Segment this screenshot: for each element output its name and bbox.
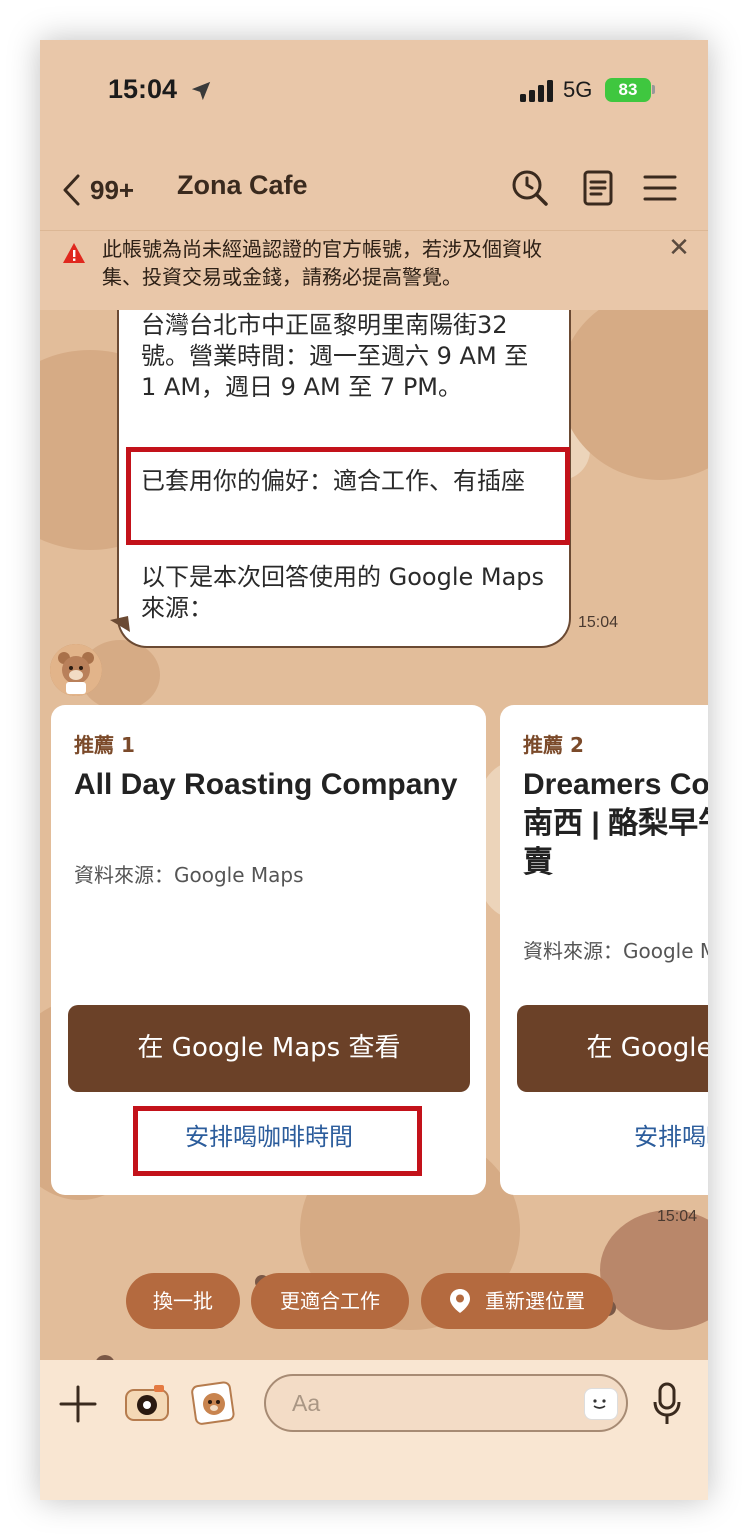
place-name: All Day Roasting Company bbox=[74, 768, 458, 801]
message-input[interactable]: Aa bbox=[264, 1374, 628, 1432]
quick-reply-refresh[interactable]: 換一批 bbox=[126, 1273, 240, 1329]
menu-icon[interactable] bbox=[640, 168, 680, 208]
warning-icon bbox=[63, 243, 85, 263]
highlight-annotation bbox=[126, 447, 570, 545]
phone-screen: 15:04 5G 83 99+ Zona Cafe 此帳號為尚未經過認證的官方帳… bbox=[40, 40, 708, 1500]
view-in-google-maps-button[interactable]: 在 Google Maps 查看 bbox=[517, 1005, 708, 1092]
signal-bars-icon bbox=[520, 80, 553, 102]
card-label: 推薦 2 bbox=[523, 733, 584, 757]
status-bar: 15:04 5G 83 bbox=[40, 40, 708, 150]
battery-tip bbox=[652, 85, 655, 94]
battery-level: 83 bbox=[618, 80, 638, 99]
battery-indicator: 83 bbox=[605, 78, 651, 102]
chip-label: 換一批 bbox=[153, 1289, 213, 1313]
photo-gallery-icon[interactable] bbox=[190, 1380, 238, 1426]
microphone-icon[interactable] bbox=[652, 1382, 682, 1426]
unread-count: 99+ bbox=[90, 174, 135, 205]
close-warning-button[interactable]: ✕ bbox=[664, 233, 694, 263]
warning-text: 此帳號為尚未經過認證的官方帳號，若涉及個資收集、投資交易或金錢，請務必提高警覺。 bbox=[102, 237, 542, 289]
input-placeholder: Aa bbox=[292, 1390, 321, 1416]
bot-avatar[interactable] bbox=[50, 644, 102, 696]
location-arrow-icon bbox=[191, 81, 211, 101]
quick-reply-relocate[interactable]: 重新選位置 bbox=[421, 1273, 613, 1329]
recommendation-card-2: 推薦 2 Dreamers Coffee Roasters 南西 | 酪梨早午餐… bbox=[500, 705, 708, 1195]
message-sources-text: 以下是本次回答使用的 Google Maps 來源： bbox=[141, 563, 545, 622]
cards-timestamp: 15:04 bbox=[657, 1208, 698, 1225]
view-in-google-maps-button[interactable]: 在 Google Maps 查看 bbox=[68, 1005, 470, 1092]
message-timestamp: 15:04 bbox=[578, 614, 619, 631]
chip-label: 重新選位置 bbox=[485, 1289, 585, 1313]
bear-avatar-icon bbox=[50, 644, 102, 696]
status-time: 15:04 bbox=[108, 74, 178, 104]
unverified-account-warning: 此帳號為尚未經過認證的官方帳號，若涉及個資收集、投資交易或金錢，請務必提高警覺。… bbox=[40, 230, 708, 311]
schedule-coffee-link[interactable]: 安排喝咖啡時間 bbox=[517, 1117, 708, 1157]
chevron-left-icon bbox=[63, 174, 80, 206]
sticker-icon[interactable] bbox=[584, 1388, 618, 1420]
camera-icon[interactable] bbox=[124, 1382, 170, 1424]
bg-decoration bbox=[600, 1210, 708, 1330]
quick-reply-work[interactable]: 更適合工作 bbox=[251, 1273, 409, 1329]
chip-label: 更適合工作 bbox=[280, 1289, 380, 1313]
place-source: 資料來源：Google Maps bbox=[523, 939, 708, 963]
message-address-text: 台灣台北市中正區黎明里南陽街32號。營業時間：週一至週六 9 AM 至 1 AM… bbox=[141, 311, 529, 401]
highlight-annotation bbox=[133, 1106, 422, 1176]
search-history-icon[interactable] bbox=[510, 168, 550, 208]
bubble-tail bbox=[110, 616, 130, 632]
card-label: 推薦 1 bbox=[74, 733, 135, 757]
plus-icon[interactable] bbox=[58, 1384, 98, 1424]
back-button[interactable]: 99+ bbox=[60, 170, 134, 210]
notes-icon[interactable] bbox=[578, 168, 618, 208]
chat-header: 99+ Zona Cafe bbox=[40, 150, 708, 230]
network-type: 5G bbox=[563, 77, 593, 102]
smiley-icon bbox=[593, 1399, 606, 1409]
message-input-bar: Aa bbox=[40, 1360, 708, 1500]
place-source: 資料來源：Google Maps bbox=[74, 863, 304, 887]
location-pin-icon bbox=[450, 1289, 470, 1313]
place-name: Dreamers Coffee Roasters 南西 | 酪梨早午餐 x 咖啡… bbox=[523, 768, 708, 879]
chat-title: Zona Cafe bbox=[177, 170, 308, 200]
